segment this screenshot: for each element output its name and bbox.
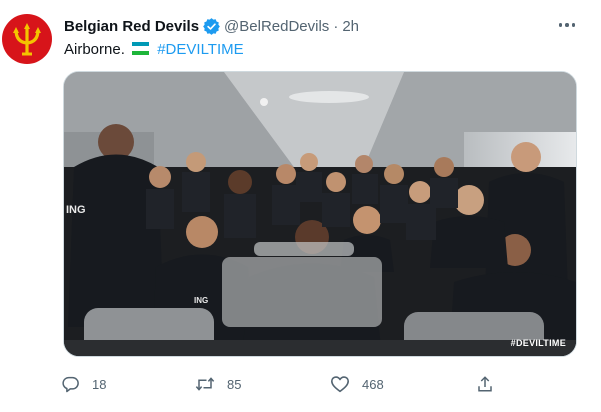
avatar[interactable] [2,14,52,64]
reply-icon [62,376,79,393]
jersey-sponsor-right: ING [194,296,209,305]
reply-button[interactable]: 18 [62,372,106,396]
reply-count: 18 [92,376,107,392]
share-icon [478,376,492,392]
tweet-actions-bar: 18 85 468 [0,372,601,396]
tweet-text-main: Airborne. [64,41,125,58]
retweet-icon [195,377,215,391]
retweet-button[interactable]: 85 [195,372,241,396]
like-count: 468 [362,376,384,392]
uzbekistan-flag-icon [132,42,150,55]
tweet-header: Belgian Red Devils @BelRedDevils · 2h [64,16,359,36]
tweet-media-photo[interactable]: ING ING #DEVILTIME [63,71,577,357]
photo-watermark: #DEVILTIME [510,338,566,348]
retweet-count: 85 [227,376,242,392]
jersey-sponsor-left: ING [66,204,86,216]
timestamp[interactable]: 2h [342,18,359,35]
hashtag-link[interactable]: #DEVILTIME [157,41,243,58]
separator-dot: · [333,17,339,35]
share-button[interactable] [476,372,494,396]
tweet[interactable]: Belgian Red Devils @BelRedDevils · 2h Ai… [0,0,601,412]
display-name[interactable]: Belgian Red Devils [64,18,199,35]
trident-logo-icon [13,23,41,56]
handle[interactable]: @BelRedDevils [224,18,329,35]
tweet-text: Airborne. #DEVILTIME [64,40,244,60]
more-options-icon[interactable] [557,16,579,32]
like-button[interactable]: 468 [330,372,384,396]
team-photo-image [64,72,576,356]
verified-badge-icon [203,17,220,35]
heart-icon [331,376,349,393]
